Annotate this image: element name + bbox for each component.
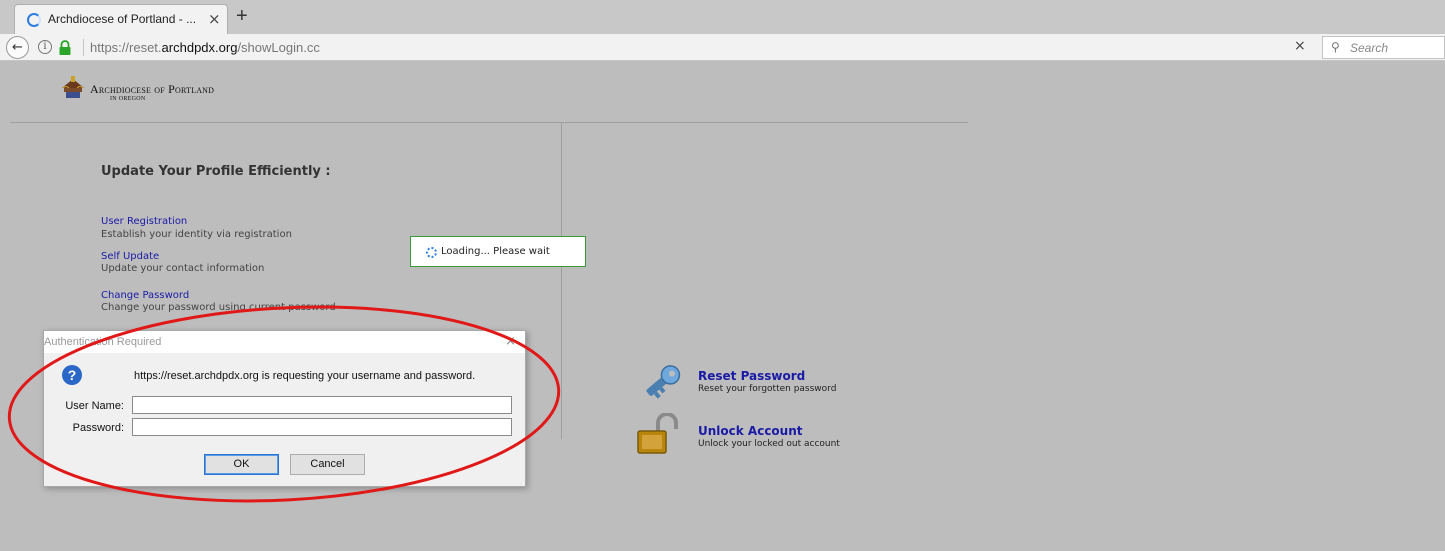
- url-separator: [83, 39, 84, 56]
- new-tab-button[interactable]: +: [236, 5, 248, 28]
- username-field[interactable]: [132, 396, 512, 414]
- auth-dialog: Authentication Required × ? https://rese…: [43, 330, 526, 487]
- change-password-desc: Change your password using current passw…: [101, 302, 336, 313]
- dialog-message: https://reset.archdpdx.org is requesting…: [134, 370, 476, 382]
- page-heading: Update Your Profile Efficiently :: [101, 164, 331, 179]
- loading-spinner-icon: [27, 13, 41, 27]
- ok-button[interactable]: OK: [204, 454, 279, 475]
- info-icon[interactable]: i: [38, 40, 52, 54]
- change-password-link[interactable]: Change Password: [101, 290, 189, 301]
- unlock-account-link[interactable]: Unlock Account: [698, 424, 803, 438]
- lock-icon[interactable]: [58, 40, 72, 56]
- dialog-titlebar: Authentication Required ×: [44, 331, 525, 353]
- search-placeholder: Search: [1350, 41, 1389, 55]
- cancel-button[interactable]: Cancel: [290, 454, 365, 475]
- self-update-desc: Update your contact information: [101, 263, 265, 274]
- user-registration-desc: Establish your identity via registration: [101, 229, 292, 240]
- org-subtitle: IN OREGON: [110, 96, 146, 102]
- tab-strip: Archdiocese of Portland - ... × +: [0, 0, 1445, 34]
- org-name: Archdiocese of Portland: [90, 82, 215, 96]
- column-divider: [561, 123, 562, 439]
- key-icon[interactable]: [640, 361, 684, 403]
- back-button[interactable]: ←: [6, 36, 29, 59]
- password-field[interactable]: [132, 418, 512, 436]
- unlock-account-desc: Unlock your locked out account: [698, 439, 840, 449]
- navigation-bar: ← i https://reset.archdpdx.org/showLogin…: [0, 34, 1445, 61]
- browser-tab[interactable]: Archdiocese of Portland - ... ×: [14, 4, 228, 34]
- username-label: User Name:: [65, 400, 124, 412]
- reset-password-link[interactable]: Reset Password: [698, 369, 805, 383]
- archdiocese-logo: [62, 76, 84, 98]
- dialog-title: Authentication Required: [44, 336, 162, 348]
- padlock-icon[interactable]: [636, 413, 684, 455]
- loading-icon: [426, 247, 437, 258]
- loading-text: Loading... Please wait: [441, 246, 550, 257]
- help-icon: ?: [62, 365, 82, 385]
- user-registration-link[interactable]: User Registration: [101, 216, 187, 227]
- tab-close-icon[interactable]: ×: [208, 10, 221, 28]
- self-update-link[interactable]: Self Update: [101, 251, 159, 262]
- header-divider: [10, 122, 968, 123]
- search-icon: ⚲: [1331, 40, 1340, 54]
- reset-password-desc: Reset your forgotten password: [698, 384, 837, 394]
- loading-indicator: Loading... Please wait: [410, 236, 586, 267]
- search-input[interactable]: ⚲ Search: [1322, 36, 1445, 59]
- password-label: Password:: [72, 422, 124, 434]
- clear-url-icon[interactable]: ×: [1294, 38, 1306, 54]
- tab-title: Archdiocese of Portland - ...: [48, 12, 197, 26]
- dialog-close-icon[interactable]: ×: [505, 334, 516, 349]
- url-bar[interactable]: https://reset.archdpdx.org/showLogin.cc: [90, 40, 320, 55]
